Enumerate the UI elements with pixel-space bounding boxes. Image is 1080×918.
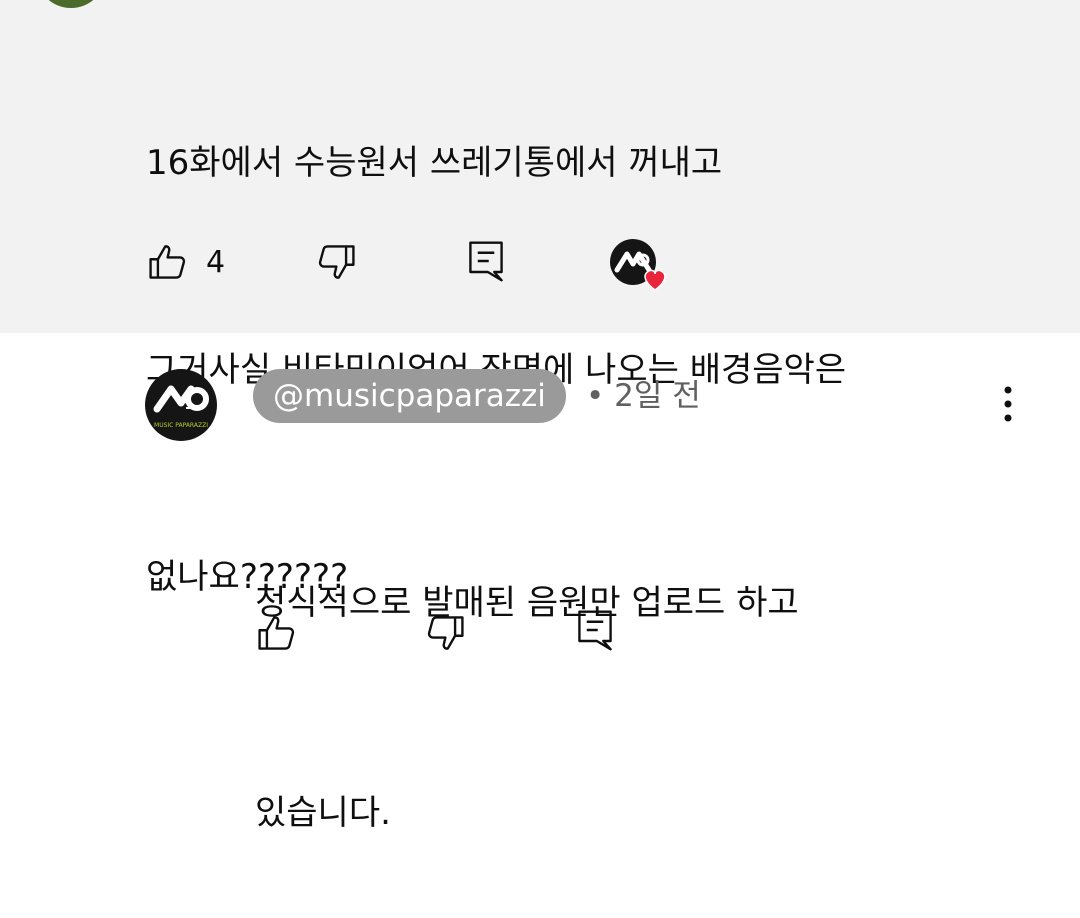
reply-like-button[interactable] xyxy=(255,611,299,655)
commenter-avatar[interactable] xyxy=(36,0,106,8)
reply-line: 있습니다. xyxy=(255,793,391,833)
more-vert-icon xyxy=(1004,386,1012,422)
creator-heart-badge[interactable] xyxy=(609,238,673,294)
thumb-down-icon xyxy=(318,245,355,279)
music-paparazzi-logo: MUSIC PAPARAZZI xyxy=(153,385,209,429)
creator-heart-icon xyxy=(610,239,666,291)
reply-author-handle[interactable]: @musicpaparazzi xyxy=(253,369,566,423)
reply-button[interactable] xyxy=(464,238,508,284)
comment-icon xyxy=(469,241,503,282)
parent-comment: 16화에서 수능원서 쓰레기통에서 꺼내고 그거사실 비타민이었어 장면에 나오… xyxy=(0,0,1080,597)
comment-line: 16화에서 수능원서 쓰레기통에서 꺼내고 xyxy=(146,143,723,183)
reply-dislike-button[interactable] xyxy=(423,611,467,655)
dislike-button[interactable] xyxy=(314,240,358,284)
reply-reply-button[interactable] xyxy=(573,607,617,653)
thumb-down-icon xyxy=(427,616,464,650)
like-button[interactable]: 4 xyxy=(146,240,225,284)
like-count: 4 xyxy=(206,244,226,280)
thumb-up-icon xyxy=(149,245,186,279)
more-button[interactable] xyxy=(998,384,1018,424)
comment-icon xyxy=(578,610,612,651)
reply-body: 정식적으로 발매된 음원만 업로드 하고 있습니다. xyxy=(255,428,799,918)
reply-line: 정식적으로 발매된 음원만 업로드 하고 xyxy=(255,583,799,623)
reply-author-avatar[interactable]: MUSIC PAPARAZZI xyxy=(145,369,217,441)
thumb-up-icon xyxy=(258,616,295,650)
logo-text: MUSIC PAPARAZZI xyxy=(154,422,208,429)
reply-timestamp: • 2일 전 xyxy=(586,378,701,414)
